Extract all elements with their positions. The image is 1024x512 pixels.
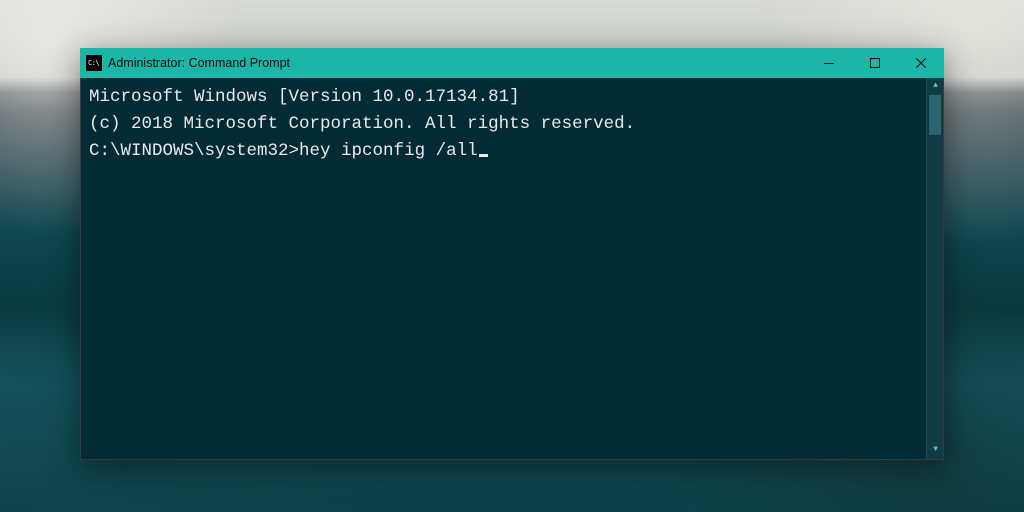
typed-command: hey ipconfig /all [299,141,478,161]
scroll-thumb[interactable] [929,95,941,135]
cursor [479,154,488,157]
titlebar[interactable]: C:\ Administrator: Command Prompt [80,48,944,78]
prompt-path: C:\WINDOWS\system32> [89,141,299,161]
vertical-scrollbar[interactable]: ▲ ▼ [926,78,943,459]
prompt-line: C:\WINDOWS\system32>hey ipconfig /all [89,138,935,165]
window-title: Administrator: Command Prompt [108,56,290,70]
scroll-up-button[interactable]: ▲ [927,78,944,95]
maximize-button[interactable] [852,48,898,78]
command-prompt-window: C:\ Administrator: Command Prompt Micros… [80,48,944,460]
close-button[interactable] [898,48,944,78]
copyright-line: (c) 2018 Microsoft Corporation. All righ… [89,111,935,138]
minimize-icon [824,63,834,64]
cmd-icon-label: C:\ [88,60,99,67]
maximize-icon [870,58,880,68]
terminal-body[interactable]: Microsoft Windows [Version 10.0.17134.81… [80,78,944,460]
scroll-down-button[interactable]: ▼ [927,442,944,459]
cmd-icon: C:\ [86,55,102,71]
minimize-button[interactable] [806,48,852,78]
close-icon [916,58,926,68]
version-line: Microsoft Windows [Version 10.0.17134.81… [89,84,935,111]
